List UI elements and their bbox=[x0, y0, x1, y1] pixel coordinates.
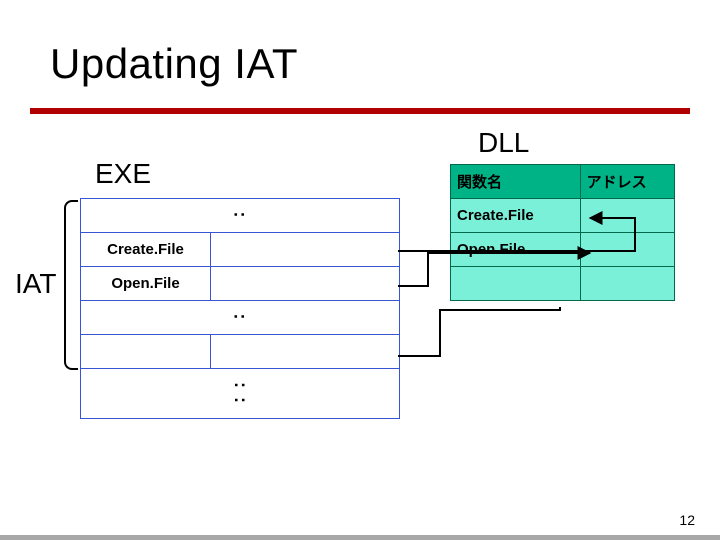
dots-cell: : : bbox=[81, 369, 400, 419]
exe-label: EXE bbox=[95, 158, 151, 190]
dll-func-addr bbox=[580, 199, 674, 233]
dll-header-name: 関数名 bbox=[451, 165, 581, 199]
title-rule bbox=[30, 108, 690, 114]
dots-cell: : bbox=[81, 301, 400, 335]
dll-table: 関数名 アドレス Create.File Open.File bbox=[450, 164, 675, 301]
iat-entry-pointer bbox=[211, 233, 400, 267]
arrow-empty-out bbox=[398, 307, 560, 356]
slide-title: Updating IAT bbox=[50, 40, 298, 88]
iat-entry-name: Open.File bbox=[81, 267, 211, 301]
empty-cell bbox=[211, 335, 400, 369]
table-row: Create.File bbox=[451, 199, 675, 233]
table-row: Create.File bbox=[81, 233, 400, 267]
dll-func-addr bbox=[580, 233, 674, 267]
table-row: : bbox=[81, 199, 400, 233]
empty-cell bbox=[580, 267, 674, 301]
table-row: : bbox=[81, 301, 400, 335]
iat-entry-name: Create.File bbox=[81, 233, 211, 267]
empty-cell bbox=[451, 267, 581, 301]
iat-brace bbox=[64, 200, 78, 370]
dll-header-addr: アドレス bbox=[580, 165, 674, 199]
exe-table: : Create.File Open.File : : : bbox=[80, 198, 400, 419]
dll-func-name: Create.File bbox=[451, 199, 581, 233]
table-row: : : bbox=[81, 369, 400, 419]
table-row: 関数名 アドレス bbox=[451, 165, 675, 199]
table-row: Open.File bbox=[81, 267, 400, 301]
table-row: Open.File bbox=[451, 233, 675, 267]
dots-cell: : bbox=[81, 199, 400, 233]
table-row bbox=[451, 267, 675, 301]
empty-cell bbox=[81, 335, 211, 369]
table-row bbox=[81, 335, 400, 369]
iat-label: IAT bbox=[15, 268, 56, 300]
dll-label: DLL bbox=[478, 127, 529, 159]
dll-func-name: Open.File bbox=[451, 233, 581, 267]
iat-entry-pointer bbox=[211, 267, 400, 301]
slide-number: 12 bbox=[679, 512, 695, 528]
footer-bar bbox=[0, 535, 720, 540]
